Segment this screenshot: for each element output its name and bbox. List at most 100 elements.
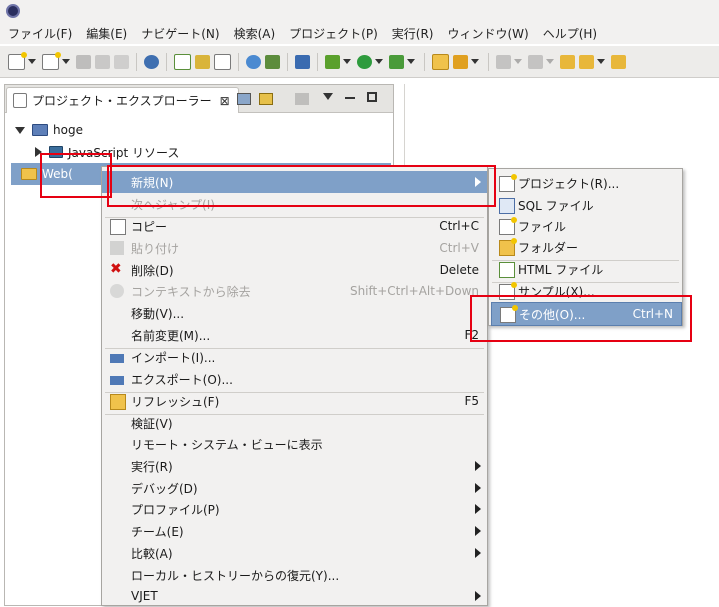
external-tools-dropdown-icon[interactable] xyxy=(407,59,415,64)
submenu-item-html-file[interactable]: HTML ファイル xyxy=(491,258,680,280)
submenu-item-sql-file[interactable]: SQL ファイル xyxy=(491,194,680,216)
run-tool-icon[interactable] xyxy=(265,54,280,69)
open-folder-icon[interactable] xyxy=(432,53,449,70)
menu-item-label: デバッグ(D) xyxy=(131,481,198,496)
menu-item-label: コピー xyxy=(131,219,168,234)
menu-item-validate[interactable]: 検証(V) xyxy=(102,412,487,434)
menu-item-label: 名前変更(M)... xyxy=(131,328,211,343)
eclipse-app-icon xyxy=(6,4,20,18)
print-icon[interactable] xyxy=(114,54,129,69)
menu-item-accelerator: Ctrl+V xyxy=(439,241,479,255)
tree-item-project[interactable]: hoge xyxy=(15,119,83,141)
minimize-icon[interactable] xyxy=(345,97,355,99)
forward-icon[interactable] xyxy=(611,54,626,69)
submenu-arrow-icon xyxy=(475,461,481,471)
menu-item-refresh[interactable]: リフレッシュ(F) F5 xyxy=(102,390,487,412)
wizard-icon[interactable] xyxy=(195,54,210,69)
menu-item-paste[interactable]: 貼り付け Ctrl+V xyxy=(102,237,487,259)
pencil-icon[interactable] xyxy=(453,54,468,69)
menu-item-debug-as[interactable]: デバッグ(D) xyxy=(102,477,487,499)
submenu-item-project[interactable]: プロジェクト(R)... xyxy=(491,172,680,194)
menu-item-team[interactable]: チーム(E) xyxy=(102,520,487,542)
html-file-icon xyxy=(499,262,515,278)
menu-item-show-in-remote-systems[interactable]: リモート・システム・ビューに表示 xyxy=(102,433,487,455)
last-edit-icon[interactable] xyxy=(560,54,575,69)
save-all-icon[interactable] xyxy=(95,54,110,69)
menu-item-label: 検証(V) xyxy=(131,416,173,431)
menu-item-delete[interactable]: ✖ 削除(D) Delete xyxy=(102,259,487,281)
view-tab-bar: プロジェクト・エクスプローラー ⊠ xyxy=(5,85,393,113)
new-dropdown-icon[interactable] xyxy=(28,59,36,64)
menu-item-accelerator: Shift+Ctrl+Alt+Down xyxy=(349,284,479,298)
menu-item-remove-from-context[interactable]: コンテキストから除去 Shift+Ctrl+Alt+Down xyxy=(102,280,487,302)
menu-item-accelerator: Delete xyxy=(439,263,479,277)
menu-item-rename[interactable]: 名前変更(M)... F2 xyxy=(102,324,487,346)
menu-item-vjet[interactable]: VJET xyxy=(102,585,487,607)
menu-project[interactable]: プロジェクト(P) xyxy=(289,25,378,42)
skip-breakpoints-icon[interactable] xyxy=(295,54,310,69)
new-project-icon[interactable] xyxy=(42,51,61,70)
annotation-box-other xyxy=(470,295,692,342)
window-title-bar xyxy=(0,0,719,22)
next-annotation-dropdown-icon[interactable] xyxy=(514,59,522,64)
menu-item-label: インポート(I)... xyxy=(131,350,216,365)
menu-run[interactable]: 実行(R) xyxy=(392,25,434,42)
submenu-arrow-icon xyxy=(475,548,481,558)
context-menu: 新規(N) 次へジャンプ(I) コピー Ctrl+C 貼り付け Ctrl+V ✖… xyxy=(101,166,488,606)
save-icon[interactable] xyxy=(76,54,91,69)
prev-annotation-icon[interactable] xyxy=(528,54,543,69)
menu-item-label: リフレッシュ(F) xyxy=(131,394,220,409)
html-icon[interactable] xyxy=(174,53,191,70)
menu-search[interactable]: 検索(A) xyxy=(234,25,276,42)
globe-icon[interactable] xyxy=(246,54,261,69)
back-dropdown-icon[interactable] xyxy=(597,59,605,64)
menu-item-compare-with[interactable]: 比較(A) xyxy=(102,542,487,564)
sql-file-icon xyxy=(499,198,515,214)
web-project-icon xyxy=(32,124,48,136)
menu-item-label: 移動(V)... xyxy=(131,306,185,321)
menu-item-copy[interactable]: コピー Ctrl+C xyxy=(102,215,487,237)
menu-item-import[interactable]: インポート(I)... xyxy=(102,346,487,368)
server-icon[interactable] xyxy=(144,54,159,69)
menu-navigate[interactable]: ナビゲート(N) xyxy=(141,25,219,42)
css-icon[interactable] xyxy=(214,53,231,70)
collapse-all-icon[interactable] xyxy=(237,93,251,105)
submenu-item-folder[interactable]: フォルダー xyxy=(491,236,680,258)
menu-item-run-as[interactable]: 実行(R) xyxy=(102,455,487,477)
view-menu-icon[interactable] xyxy=(323,93,333,100)
menu-help[interactable]: ヘルプ(H) xyxy=(543,25,597,42)
run-icon[interactable] xyxy=(357,54,372,69)
submenu-item-file[interactable]: ファイル xyxy=(491,215,680,237)
link-with-editor-icon[interactable] xyxy=(259,93,273,105)
external-tools-icon[interactable] xyxy=(389,54,404,69)
tree-item-label: hoge xyxy=(53,123,83,137)
back-icon[interactable] xyxy=(579,54,594,69)
next-annotation-icon[interactable] xyxy=(496,54,511,69)
menu-window[interactable]: ウィンドウ(W) xyxy=(447,25,528,42)
menu-item-label: リモート・システム・ビューに表示 xyxy=(131,437,323,452)
menu-item-move[interactable]: 移動(V)... xyxy=(102,302,487,324)
menu-file[interactable]: ファイル(F) xyxy=(8,25,72,42)
debug-dropdown-icon[interactable] xyxy=(343,59,351,64)
menu-item-profile-as[interactable]: プロファイル(P) xyxy=(102,498,487,520)
menu-item-label: チーム(E) xyxy=(131,524,184,539)
close-icon[interactable]: ⊠ xyxy=(220,94,230,108)
submenu-arrow-icon xyxy=(475,526,481,536)
menubar: ファイル(F) 編集(E) ナビゲート(N) 検索(A) プロジェクト(P) 実… xyxy=(0,22,719,44)
toolbar-separator xyxy=(238,52,239,71)
run-dropdown-icon[interactable] xyxy=(375,59,383,64)
menu-item-accelerator: F5 xyxy=(464,394,479,408)
menu-edit[interactable]: 編集(E) xyxy=(86,25,127,42)
maximize-icon[interactable] xyxy=(367,92,377,102)
pencil-dropdown-icon[interactable] xyxy=(471,59,479,64)
tab-project-explorer[interactable]: プロジェクト・エクスプローラー ⊠ xyxy=(6,87,239,113)
debug-icon[interactable] xyxy=(325,54,340,69)
prev-annotation-dropdown-icon[interactable] xyxy=(546,59,554,64)
menu-item-export[interactable]: エクスポート(O)... xyxy=(102,368,487,390)
folder-icon xyxy=(21,168,37,180)
focus-task-icon[interactable] xyxy=(295,93,309,105)
menu-item-restore-from-local-history[interactable]: ローカル・ヒストリーからの復元(Y)... xyxy=(102,564,487,586)
expand-arrow-icon[interactable] xyxy=(15,126,25,134)
new-project-dropdown-icon[interactable] xyxy=(62,59,70,64)
new-icon[interactable] xyxy=(8,51,27,70)
